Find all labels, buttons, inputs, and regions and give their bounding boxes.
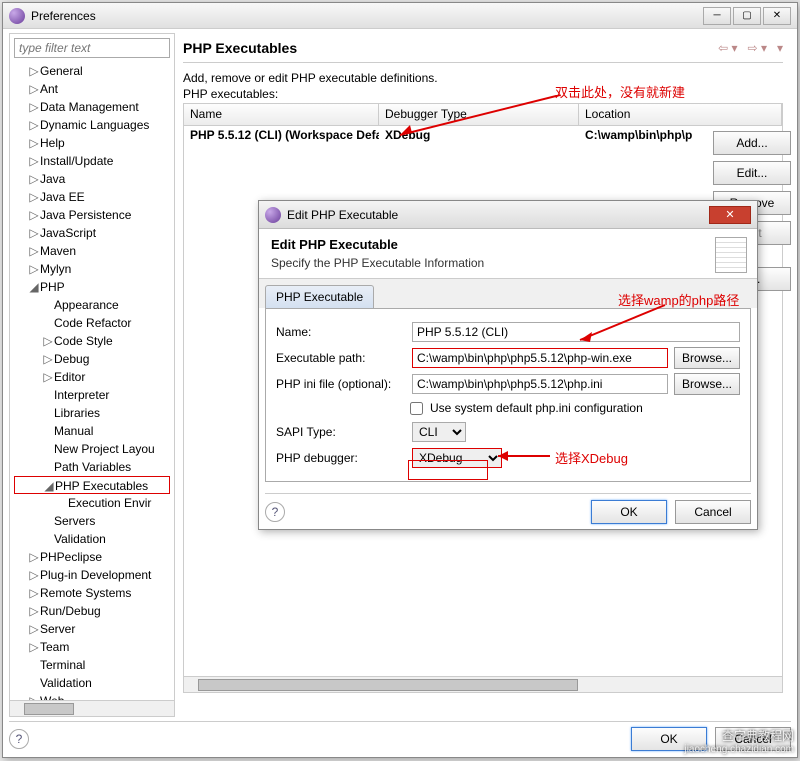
sapi-select[interactable]: CLI bbox=[412, 422, 466, 442]
name-input[interactable] bbox=[412, 322, 740, 342]
dialog-help-icon[interactable]: ? bbox=[265, 502, 285, 522]
cell-name: PHP 5.5.12 (CLI) (Workspace Defa... bbox=[184, 126, 379, 146]
dialog-title: Edit PHP Executable bbox=[287, 208, 709, 222]
sidebar-scrollbar[interactable] bbox=[10, 700, 174, 716]
list-label: PHP executables: bbox=[183, 87, 783, 101]
tree-item-code-refactor[interactable]: Code Refactor bbox=[14, 314, 170, 332]
exec-path-label: Executable path: bbox=[276, 351, 406, 365]
tree-item-validation[interactable]: Validation bbox=[14, 674, 170, 692]
bottom-bar: ? OK Cancel bbox=[9, 721, 791, 751]
preferences-tree[interactable]: ▷General▷Ant▷Data Management▷Dynamic Lan… bbox=[14, 62, 170, 717]
tree-item-maven[interactable]: ▷Maven bbox=[14, 242, 170, 260]
tree-item-help[interactable]: ▷Help bbox=[14, 134, 170, 152]
cell-debugger: XDebug bbox=[379, 126, 579, 146]
dialog-form: Name: Executable path: Browse... PHP ini… bbox=[265, 308, 751, 482]
tree-item-debug[interactable]: ▷Debug bbox=[14, 350, 170, 368]
panel-description: Add, remove or edit PHP executable defin… bbox=[183, 71, 783, 85]
window-title: Preferences bbox=[31, 9, 703, 23]
tree-item-phpeclipse[interactable]: ▷PHPeclipse bbox=[14, 548, 170, 566]
tree-item-mylyn[interactable]: ▷Mylyn bbox=[14, 260, 170, 278]
dialog-close-button[interactable]: ✕ bbox=[709, 206, 751, 224]
exec-browse-button[interactable]: Browse... bbox=[674, 347, 740, 369]
tree-item-manual[interactable]: Manual bbox=[14, 422, 170, 440]
ini-browse-button[interactable]: Browse... bbox=[674, 373, 740, 395]
server-icon bbox=[715, 237, 747, 273]
table-row[interactable]: PHP 5.5.12 (CLI) (Workspace Defa... XDeb… bbox=[184, 126, 782, 146]
tree-item-libraries[interactable]: Libraries bbox=[14, 404, 170, 422]
dialog-titlebar[interactable]: Edit PHP Executable ✕ bbox=[259, 201, 757, 229]
app-icon bbox=[9, 8, 25, 24]
tree-item-validation[interactable]: Validation bbox=[14, 530, 170, 548]
tree-item-team[interactable]: ▷Team bbox=[14, 638, 170, 656]
tree-item-path-variables[interactable]: Path Variables bbox=[14, 458, 170, 476]
col-name[interactable]: Name bbox=[184, 104, 379, 125]
help-icon[interactable]: ? bbox=[9, 729, 29, 749]
table-scrollbar[interactable] bbox=[184, 676, 782, 692]
tree-item-remote-systems[interactable]: ▷Remote Systems bbox=[14, 584, 170, 602]
tree-item-ant[interactable]: ▷Ant bbox=[14, 80, 170, 98]
ini-label: PHP ini file (optional): bbox=[276, 377, 406, 391]
ini-input[interactable] bbox=[412, 374, 668, 394]
dialog-bottom-bar: ? OK Cancel bbox=[265, 493, 751, 523]
tree-item-run-debug[interactable]: ▷Run/Debug bbox=[14, 602, 170, 620]
debugger-label: PHP debugger: bbox=[276, 451, 406, 465]
maximize-button[interactable]: ▢ bbox=[733, 7, 761, 25]
dialog-ok-button[interactable]: OK bbox=[591, 500, 667, 524]
watermark: 查字典教程网 jiaocheng.chazidian.com bbox=[684, 729, 794, 757]
exec-path-input[interactable] bbox=[412, 348, 668, 368]
tree-item-editor[interactable]: ▷Editor bbox=[14, 368, 170, 386]
tree-item-terminal[interactable]: Terminal bbox=[14, 656, 170, 674]
dialog-icon bbox=[265, 207, 281, 223]
col-debugger[interactable]: Debugger Type bbox=[379, 104, 579, 125]
tree-item-java-persistence[interactable]: ▷Java Persistence bbox=[14, 206, 170, 224]
use-default-ini-label: Use system default php.ini configuration bbox=[430, 401, 643, 415]
edit-php-executable-dialog: Edit PHP Executable ✕ Edit PHP Executabl… bbox=[258, 200, 758, 530]
tree-item-general[interactable]: ▷General bbox=[14, 62, 170, 80]
close-button[interactable]: ✕ bbox=[763, 7, 791, 25]
tree-item-php[interactable]: ◢PHP bbox=[14, 278, 170, 296]
tree-item-dynamic-languages[interactable]: ▷Dynamic Languages bbox=[14, 116, 170, 134]
preferences-tree-panel: ▷General▷Ant▷Data Management▷Dynamic Lan… bbox=[9, 33, 175, 717]
tree-item-code-style[interactable]: ▷Code Style bbox=[14, 332, 170, 350]
tree-item-data-management[interactable]: ▷Data Management bbox=[14, 98, 170, 116]
filter-input[interactable] bbox=[14, 38, 170, 58]
add-button[interactable]: Add... bbox=[713, 131, 791, 155]
panel-title: PHP Executables bbox=[183, 40, 718, 56]
debugger-select[interactable]: XDebug bbox=[412, 448, 502, 468]
dialog-cancel-button[interactable]: Cancel bbox=[675, 500, 751, 524]
tree-item-javascript[interactable]: ▷JavaScript bbox=[14, 224, 170, 242]
dialog-header-title: Edit PHP Executable bbox=[271, 237, 745, 252]
tree-item-interpreter[interactable]: Interpreter bbox=[14, 386, 170, 404]
use-default-ini-checkbox[interactable] bbox=[410, 402, 423, 415]
titlebar[interactable]: Preferences ─ ▢ ✕ bbox=[3, 3, 797, 29]
dialog-header: Edit PHP Executable Specify the PHP Exec… bbox=[259, 229, 757, 279]
tree-item-php-executables[interactable]: ◢PHP Executables bbox=[14, 476, 170, 494]
tree-item-servers[interactable]: Servers bbox=[14, 512, 170, 530]
nav-icons[interactable]: ⇦ ▾ ⇨ ▾ ▾ bbox=[718, 41, 783, 55]
tree-item-java[interactable]: ▷Java bbox=[14, 170, 170, 188]
minimize-button[interactable]: ─ bbox=[703, 7, 731, 25]
tree-item-plug-in-development[interactable]: ▷Plug-in Development bbox=[14, 566, 170, 584]
edit-button[interactable]: Edit... bbox=[713, 161, 791, 185]
tree-item-appearance[interactable]: Appearance bbox=[14, 296, 170, 314]
sapi-label: SAPI Type: bbox=[276, 425, 406, 439]
tree-item-new-project-layou[interactable]: New Project Layou bbox=[14, 440, 170, 458]
tree-item-server[interactable]: ▷Server bbox=[14, 620, 170, 638]
tab-php-executable[interactable]: PHP Executable bbox=[265, 285, 374, 308]
dialog-header-sub: Specify the PHP Executable Information bbox=[271, 256, 745, 270]
tree-item-install-update[interactable]: ▷Install/Update bbox=[14, 152, 170, 170]
name-label: Name: bbox=[276, 325, 406, 339]
tree-item-java-ee[interactable]: ▷Java EE bbox=[14, 188, 170, 206]
tree-item-execution-envir[interactable]: Execution Envir bbox=[14, 494, 170, 512]
col-location[interactable]: Location bbox=[579, 104, 782, 125]
